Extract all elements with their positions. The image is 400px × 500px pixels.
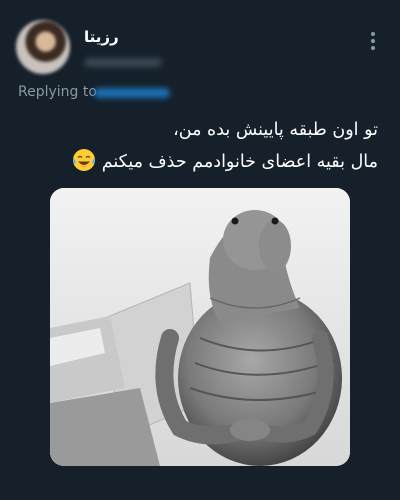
- replying-to-label: Replying to: [18, 84, 97, 100]
- tweet-text-line-2-text: مال بقیه اعضای خانوادمم حذف میکنم: [101, 152, 378, 172]
- tears-of-joy-emoji-icon: [73, 149, 96, 171]
- tweet-media-image[interactable]: [50, 188, 350, 466]
- more-vertical-icon[interactable]: [370, 32, 376, 50]
- tweet-card[interactable]: رزیتا Replying to تو اون طبقه پایینش بده…: [0, 0, 400, 500]
- photo-illustration: [50, 188, 350, 466]
- tweet-text-line-2: مال بقیه اعضای خانوادمم حذف میکنم: [18, 146, 378, 178]
- replying-to-handle-blurred[interactable]: [94, 88, 170, 98]
- username-handle-blurred: [84, 58, 162, 67]
- tweet-text: تو اون طبقه پایینش بده من، مال بقیه اعضا…: [18, 114, 378, 178]
- display-name[interactable]: رزیتا: [84, 28, 119, 46]
- avatar[interactable]: [16, 20, 70, 74]
- tweet-text-line-1: تو اون طبقه پایینش بده من،: [173, 120, 378, 140]
